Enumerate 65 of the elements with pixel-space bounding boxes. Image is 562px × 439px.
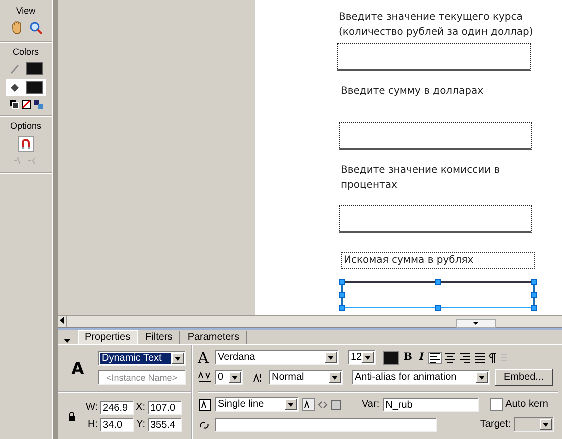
align-right-icon[interactable] — [459, 352, 472, 362]
y-field[interactable]: 355.4 — [148, 418, 182, 432]
default-colors-icon[interactable] — [10, 100, 18, 109]
url-link-field[interactable] — [215, 418, 437, 432]
text-color-swatch[interactable] — [383, 350, 399, 364]
letter-spacing-field[interactable]: 0 — [215, 370, 243, 385]
panel-tab[interactable]: Parameters — [182, 331, 246, 344]
selectable-icon[interactable] — [302, 398, 315, 411]
align-center-icon[interactable] — [444, 352, 456, 362]
line-type-dropdown[interactable]: Single line — [215, 397, 299, 412]
input-text-field[interactable] — [337, 43, 531, 71]
font-icon: A — [198, 348, 212, 366]
var-label: Var: — [362, 399, 380, 410]
italic-button[interactable]: I — [417, 352, 426, 363]
anti-alias-dropdown[interactable]: Anti-alias for animation — [352, 370, 490, 385]
checkbox-label: Auto kern — [506, 399, 548, 410]
text-tool-icon: A — [58, 358, 98, 378]
font-dropdown[interactable]: Verdana — [215, 350, 339, 365]
target-label: Target: — [480, 419, 511, 430]
input-text-field[interactable] — [339, 122, 532, 150]
checkbox[interactable] — [490, 398, 503, 411]
html-icon[interactable] — [318, 400, 328, 410]
embed-button[interactable]: Embed... — [495, 369, 554, 386]
x-field[interactable]: 107.0 — [148, 400, 182, 414]
fill-color-swatch[interactable] — [26, 81, 43, 94]
hand-icon[interactable] — [10, 21, 24, 35]
horizontal-scrollbar[interactable] — [58, 315, 562, 328]
text-type-dropdown[interactable]: Dynamic Text — [98, 351, 186, 366]
paragraph-icon[interactable] — [489, 352, 498, 362]
align-left-icon[interactable] — [429, 352, 442, 362]
input-text-field[interactable] — [341, 281, 535, 308]
input-text-field[interactable] — [339, 205, 532, 233]
field-label: X: — [136, 402, 146, 413]
text-box-icon — [198, 398, 212, 410]
static-text: Введите значение текущего курса (количество рублей за один доллар) — [339, 11, 534, 40]
bucket-icon[interactable] — [9, 82, 21, 94]
section-title: Options — [10, 121, 42, 131]
field-label: Y: — [136, 419, 146, 430]
justify-icon[interactable] — [474, 352, 486, 362]
no-color-icon[interactable] — [22, 100, 30, 109]
swap-colors-icon[interactable] — [34, 100, 42, 109]
border-icon[interactable] — [331, 400, 341, 410]
field-label: W: — [86, 402, 98, 413]
width-field[interactable]: 246.9 — [100, 400, 134, 414]
bold-button[interactable]: B — [402, 352, 414, 363]
variable-field[interactable]: N_rub — [382, 398, 479, 412]
search-icon[interactable] — [28, 21, 42, 35]
stroke-color-swatch[interactable] — [26, 62, 43, 75]
character-position-dropdown[interactable]: Normal — [269, 370, 343, 385]
instance-name-field[interactable]: <Instance Name> — [98, 370, 186, 385]
font-size-field[interactable]: 12 — [348, 350, 376, 365]
panel-tab[interactable]: Properties — [78, 330, 138, 344]
panel-tab[interactable]: Filters — [140, 331, 180, 344]
static-text: Введите значение комиссии в процентах — [341, 164, 502, 193]
section-title: Colors — [12, 47, 39, 57]
target-dropdown[interactable] — [514, 417, 554, 432]
field-label: H: — [87, 419, 98, 430]
magnet-icon[interactable] — [18, 136, 34, 152]
letter-spacing-icon — [198, 370, 212, 384]
scroll-left-icon[interactable] — [60, 317, 64, 324]
static-text: Введите сумму в долларах — [341, 85, 484, 99]
height-field[interactable]: 34.0 — [100, 418, 134, 432]
section-title: View — [16, 6, 36, 16]
orientation-icon — [500, 352, 508, 362]
panel-collapse-handle[interactable] — [456, 319, 496, 328]
